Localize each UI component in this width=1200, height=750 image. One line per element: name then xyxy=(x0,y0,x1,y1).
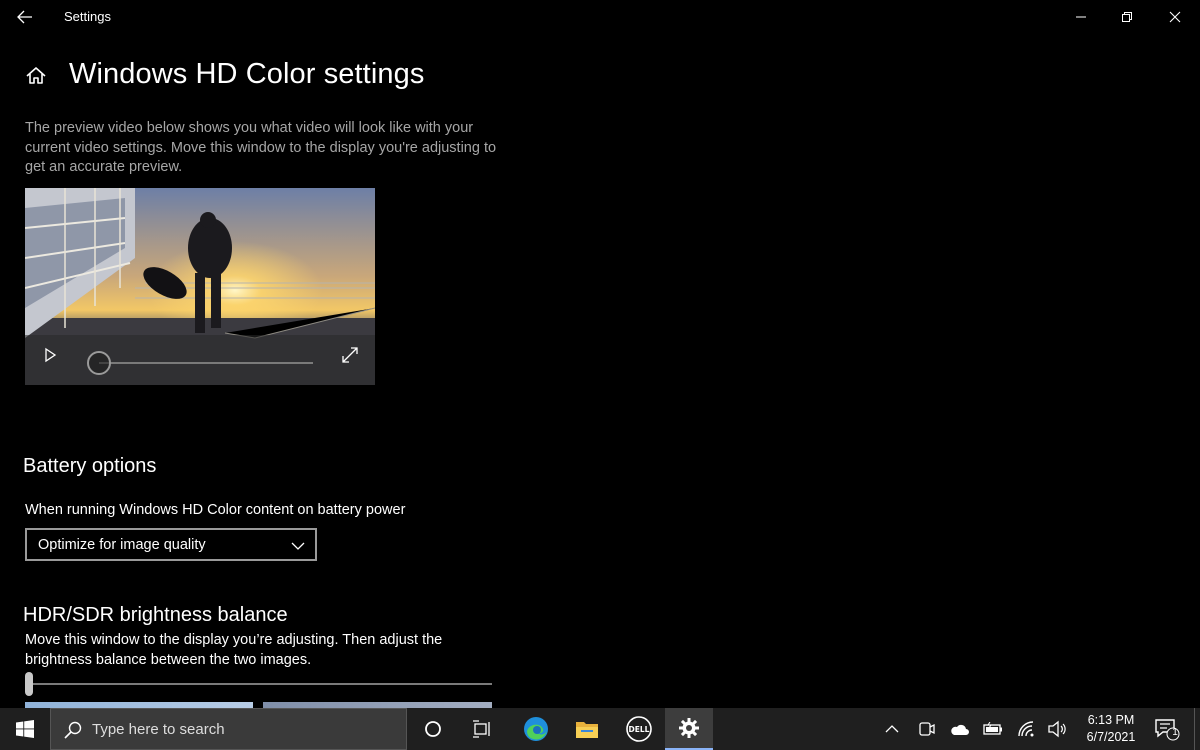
video-seek-thumb[interactable] xyxy=(87,351,111,375)
back-button[interactable] xyxy=(10,4,40,30)
onedrive-cloud-icon xyxy=(951,724,969,735)
notification-count-badge: 1 xyxy=(1172,727,1178,738)
clock-date: 6/7/2021 xyxy=(1086,730,1136,744)
restore-icon xyxy=(1122,12,1132,22)
brightness-balance-slider[interactable] xyxy=(25,683,492,685)
play-icon[interactable] xyxy=(41,346,59,364)
start-button[interactable] xyxy=(0,708,50,750)
taskbar-search-box[interactable]: Type here to search xyxy=(50,708,407,750)
minimize-icon xyxy=(1076,16,1086,18)
video-seek-track[interactable] xyxy=(99,362,313,364)
file-explorer-button[interactable] xyxy=(563,708,611,750)
video-preview[interactable] xyxy=(25,188,375,385)
dell-button[interactable]: DELL xyxy=(615,708,663,750)
dell-icon: DELL xyxy=(626,716,652,742)
video-controls-bar xyxy=(25,335,375,385)
cortana-icon xyxy=(425,721,441,737)
meet-now-icon xyxy=(919,722,935,736)
minimize-button[interactable] xyxy=(1058,0,1104,34)
volume-icon xyxy=(1048,720,1066,738)
chevron-up-icon xyxy=(885,725,899,733)
battery-mode-dropdown[interactable]: Optimize for image quality xyxy=(25,528,317,561)
expand-icon[interactable] xyxy=(341,346,359,364)
hdr-sdr-description: Move this window to the display you’re a… xyxy=(25,632,443,668)
file-explorer-icon xyxy=(576,722,598,738)
battery-options-heading: Battery options xyxy=(23,455,157,477)
battery-button[interactable] xyxy=(982,718,1004,740)
close-button[interactable] xyxy=(1152,0,1198,34)
settings-icon xyxy=(679,718,699,738)
taskbar-clock[interactable]: 6:13 PM 6/7/2021 xyxy=(1078,712,1144,746)
restore-button[interactable] xyxy=(1104,0,1150,34)
window-title: Settings xyxy=(64,9,111,24)
page-title: Windows HD Color settings xyxy=(69,58,425,90)
task-view-button[interactable] xyxy=(458,708,506,750)
network-button[interactable] xyxy=(1016,718,1038,740)
svg-text:DELL: DELL xyxy=(629,725,650,734)
chevron-down-icon xyxy=(291,542,305,550)
edge-button[interactable] xyxy=(512,708,560,750)
close-icon xyxy=(1169,11,1181,23)
taskbar: Type here to search DELL 6:13 PM 6/7/202… xyxy=(0,708,1200,750)
wifi-icon xyxy=(1018,721,1034,737)
battery-power-label: When running Windows HD Color content on… xyxy=(25,502,406,518)
action-center-button[interactable]: 1 xyxy=(1154,717,1180,741)
show-hidden-icons-button[interactable] xyxy=(881,718,903,740)
settings-button[interactable] xyxy=(665,708,713,750)
title-bar: Settings xyxy=(0,0,1200,34)
clock-time: 6:13 PM xyxy=(1087,713,1135,727)
search-icon xyxy=(64,721,82,739)
edge-icon xyxy=(524,717,548,741)
show-desktop-button[interactable] xyxy=(1194,708,1200,750)
home-icon[interactable] xyxy=(24,64,48,88)
meet-now-button[interactable] xyxy=(915,718,937,740)
windows-logo-icon xyxy=(16,720,34,738)
onedrive-button[interactable] xyxy=(948,718,970,740)
back-arrow-icon xyxy=(17,10,32,24)
page-description: The preview video below shows you what v… xyxy=(25,120,497,175)
battery-charging-icon xyxy=(983,722,1002,735)
cortana-button[interactable] xyxy=(409,708,457,750)
hdr-sdr-heading: HDR/SDR brightness balance xyxy=(23,604,288,626)
search-placeholder: Type here to search xyxy=(92,721,225,738)
task-view-icon xyxy=(473,720,490,738)
volume-button[interactable] xyxy=(1046,718,1068,740)
battery-mode-selected: Optimize for image quality xyxy=(38,537,206,553)
brightness-balance-thumb[interactable] xyxy=(25,672,33,696)
